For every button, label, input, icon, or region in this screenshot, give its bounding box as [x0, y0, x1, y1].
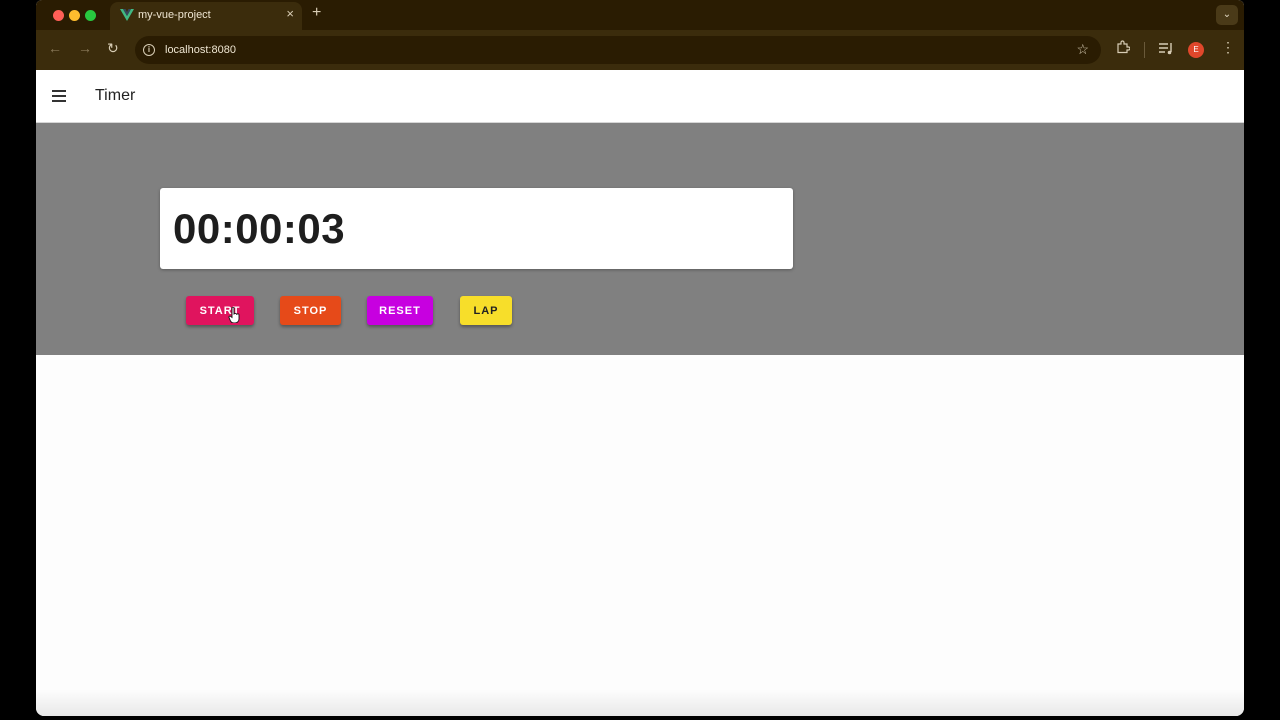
start-button[interactable]: START — [186, 296, 254, 325]
media-controls-icon[interactable] — [1158, 41, 1174, 55]
browser-toolbar: ← → ↻ i localhost:8080 ☆ E ⋮ — [36, 30, 1244, 70]
new-tab-button[interactable]: + — [312, 5, 321, 21]
forward-button[interactable]: → — [78, 41, 92, 55]
address-bar[interactable]: i localhost:8080 ☆ — [135, 36, 1101, 64]
tab-search-button[interactable]: ⌄ — [1216, 5, 1238, 25]
browser-tab[interactable]: my-vue-project × — [110, 2, 302, 30]
reset-button[interactable]: RESET — [367, 296, 433, 325]
profile-avatar[interactable]: E — [1188, 42, 1204, 58]
back-button[interactable]: ← — [48, 41, 62, 55]
url-text[interactable]: localhost:8080 — [165, 44, 236, 56]
extensions-icon[interactable] — [1116, 40, 1130, 54]
hamburger-menu-icon[interactable] — [52, 90, 66, 102]
browser-window: my-vue-project × + ⌄ ← → ↻ i localhost:8… — [36, 0, 1244, 716]
timer-value: 00:00:03 — [173, 205, 346, 252]
tab-strip: my-vue-project × + ⌄ — [36, 0, 1244, 30]
toolbar-divider — [1144, 42, 1145, 58]
vue-logo-icon — [120, 9, 134, 21]
timer-display-card: 00:00:03 — [160, 188, 793, 269]
app-title: Timer — [95, 87, 136, 104]
bookmark-star-icon[interactable]: ☆ — [1076, 41, 1089, 58]
browser-menu-icon[interactable]: ⋮ — [1221, 40, 1235, 54]
minimize-window-button[interactable] — [69, 10, 80, 21]
app-bar: Timer — [36, 70, 1244, 123]
hand-cursor-icon — [228, 307, 240, 323]
tab-close-icon[interactable]: × — [286, 7, 294, 20]
lap-button[interactable]: LAP — [460, 296, 512, 325]
page-bottom-shade — [36, 690, 1244, 716]
timer-section: 00:00:03 START STOP RESET LAP — [36, 123, 1244, 355]
stop-button[interactable]: STOP — [280, 296, 341, 325]
close-window-button[interactable] — [53, 10, 64, 21]
maximize-window-button[interactable] — [85, 10, 96, 21]
site-info-icon[interactable]: i — [143, 44, 155, 56]
tab-title: my-vue-project — [138, 9, 211, 21]
reload-button[interactable]: ↻ — [107, 41, 119, 55]
